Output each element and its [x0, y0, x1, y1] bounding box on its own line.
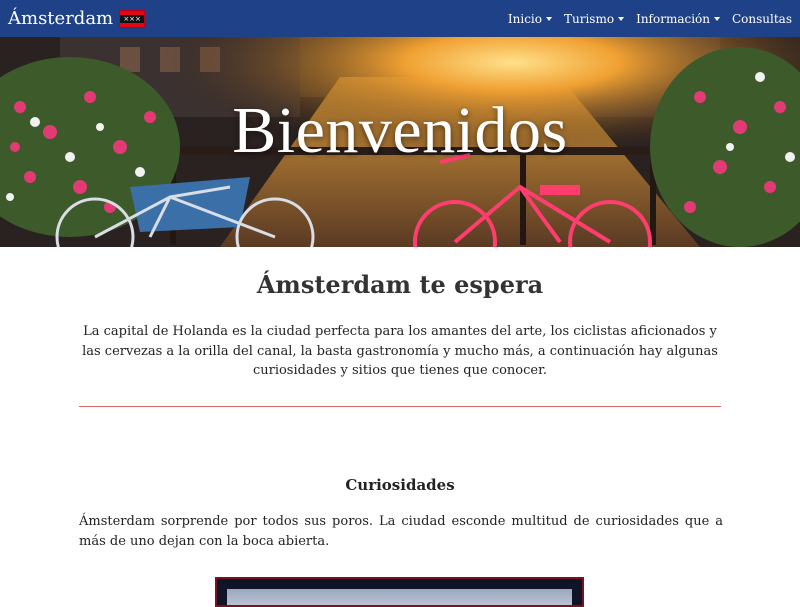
nav-item-consultas[interactable]: Consultas: [732, 12, 792, 26]
nav-item-label: Consultas: [732, 11, 792, 26]
navbar: Ámsterdam ××× Inicio Turismo Información…: [0, 0, 800, 37]
nav-item-label: Información: [636, 11, 710, 26]
page-title: Ámsterdam te espera: [256, 270, 544, 299]
nav-item-label: Inicio: [507, 11, 542, 26]
nav-item-turismo[interactable]: Turismo: [564, 11, 625, 26]
nav-item-inicio[interactable]: Inicio: [508, 12, 552, 26]
nav-menu: Inicio Turismo Información Consultas: [508, 12, 792, 26]
section-divider: [79, 406, 721, 407]
image-placeholder: [227, 589, 572, 605]
nav-item-informacion[interactable]: Información: [636, 12, 720, 26]
caret-down-icon: [546, 16, 552, 21]
hero-banner: Bienvenidos: [0, 37, 800, 247]
caret-down-icon: [714, 16, 720, 21]
amsterdam-flag-icon: ×××: [119, 9, 146, 28]
caret-down-icon: [618, 16, 625, 21]
curiosidades-paragraph: Ámsterdam sorprende por todos sus poros.…: [79, 514, 723, 549]
curiosidades-image: [215, 577, 584, 607]
intro-paragraph: La capital de Holanda es la ciudad perfe…: [82, 324, 718, 378]
hero-title: Bienvenidos: [232, 94, 568, 167]
nav-item-label: Turismo: [564, 11, 615, 26]
flag-marks: ×××: [120, 14, 145, 23]
brand-name: Ámsterdam: [8, 8, 114, 29]
section-title-curiosidades: Curiosidades: [345, 476, 455, 494]
brand-link[interactable]: Ámsterdam ×××: [8, 8, 146, 29]
